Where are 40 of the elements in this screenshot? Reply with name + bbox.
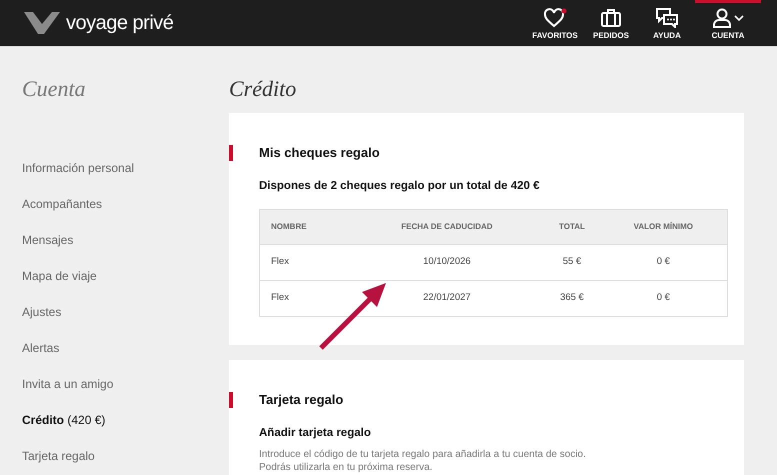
chat-icon [656, 8, 678, 28]
sidebar-link[interactable]: Ajustes [22, 305, 62, 319]
sidebar-link[interactable]: Información personal [22, 161, 134, 175]
summary-text: Dispones de 2 cheques regalo por un total de 420 € [259, 178, 541, 194]
sidebar-link[interactable]: Tarjeta regalo [22, 449, 95, 463]
suitcase-icon [601, 8, 621, 28]
nav-button[interactable]: PEDIDOS [583, 0, 639, 46]
description-text: Podrás utilizarla en tu próxima reserva. [259, 460, 434, 474]
subsection-title: Añadir tarjeta regalo [259, 426, 372, 440]
sidebar-title: Cuenta [22, 75, 87, 103]
sidebar-link[interactable]: Mapa de viaje [22, 269, 97, 283]
logo-text: voyage privé [66, 11, 174, 36]
page-title: Crédito [229, 75, 298, 103]
column-header: FECHA DE CADUCIDAD [350, 209, 544, 244]
sidebar-link[interactable]: Crédito (420 €) [22, 413, 106, 427]
column-header: NOMBRE [260, 209, 350, 244]
description-text: Introduce el código de tu tarjeta regalo para añadirla a tu cuenta de socio. [259, 448, 587, 461]
column-header: VALOR MÍNIMO [600, 209, 728, 244]
section-title: Mis cheques regalo [259, 144, 380, 162]
table-cell: 22/01/2027 [350, 280, 544, 316]
sidebar-link[interactable]: Invita a un amigo [22, 377, 114, 391]
table-cell: Flex [260, 244, 350, 280]
table-cell: 0 € [600, 244, 728, 280]
user-icon [712, 8, 732, 28]
table-cell: Flex [260, 280, 350, 316]
table-cell: 55 € [544, 244, 600, 280]
heart-icon [543, 8, 567, 28]
nav-button[interactable]: AYUDA [639, 0, 695, 46]
column-header: TOTAL [544, 209, 600, 244]
sidebar-link[interactable]: Acompañantes [22, 197, 102, 211]
logo-icon [24, 12, 60, 34]
section-title: Tarjeta regalo [259, 391, 344, 409]
sidebar-link[interactable]: Alertas [22, 341, 60, 355]
nav-button[interactable]: FAVORITOS [527, 0, 583, 46]
chevron-down-icon [734, 14, 744, 22]
nav-button[interactable]: CUENTA [695, 0, 761, 46]
table-cell: 0 € [600, 280, 728, 316]
table-cell: 365 € [544, 280, 600, 316]
table-cell: 10/10/2026 [350, 244, 544, 280]
sidebar-link[interactable]: Mensajes [22, 233, 74, 247]
